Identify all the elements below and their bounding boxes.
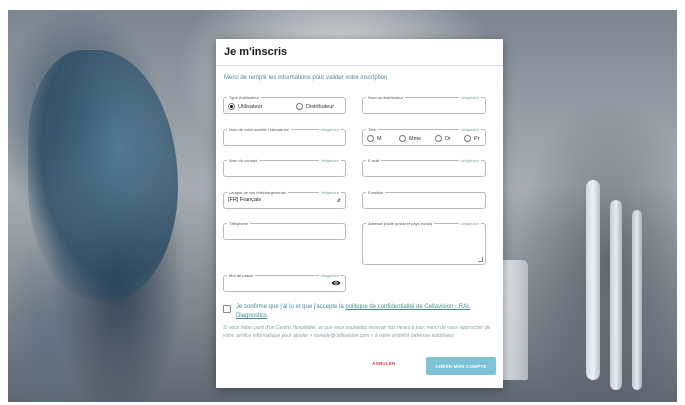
radio-title-mme[interactable]: Mme (399, 135, 421, 142)
radio-unchecked-icon (399, 135, 406, 142)
required-hint: obligatoire (458, 95, 481, 100)
required-hint: obligatoire (318, 190, 341, 195)
language-value: [FR] Français (228, 197, 262, 203)
radio-title-pr[interactable]: Pr (464, 135, 480, 142)
select-arrows-icon: ⇵ (336, 198, 341, 204)
radio-utilisateur-label: Utilisateur (238, 103, 263, 110)
address-label: Adresse (code postal et pays inclus) (366, 221, 435, 226)
language-label: Langue de vos téléchargements (227, 190, 288, 195)
address-textarea[interactable]: Adresse (code postal et pays inclus) obl… (362, 221, 486, 265)
consent-checkbox[interactable] (223, 305, 231, 313)
password-input[interactable]: Mot de passe obligatoire (223, 273, 346, 292)
background-tube (610, 200, 622, 390)
background-glove (28, 50, 178, 300)
resize-handle-icon[interactable] (478, 257, 483, 262)
password-label: Mot de passe (227, 273, 256, 278)
radio-distributeur-label: Distributeur (306, 103, 335, 110)
radio-title-m[interactable]: M (367, 135, 382, 142)
distributor-name-input[interactable]: Nom du distributeur obligatoire (362, 95, 486, 114)
distributor-name-label: Nom du distributeur (366, 95, 405, 100)
radio-title-pr-label: Pr (474, 135, 480, 142)
company-name-input[interactable]: Nom de votre société / laboratoire oblig… (223, 127, 346, 146)
background-tube (586, 180, 600, 380)
function-label: Fonction (366, 190, 386, 195)
function-input[interactable]: Fonction (362, 190, 486, 209)
email-input[interactable]: E-mail obligatoire (362, 158, 486, 177)
user-type-label: Type d'utilisateur (227, 95, 261, 100)
radio-title-dr[interactable]: Dr (435, 135, 451, 142)
user-type-group: Type d'utilisateur Utilisateur Distribut… (223, 95, 346, 114)
radio-unchecked-icon (435, 135, 442, 142)
eye-icon[interactable] (331, 279, 341, 287)
email-label: E-mail (366, 158, 382, 163)
radio-unchecked-icon (296, 103, 303, 110)
required-hint: obligatoire (458, 127, 481, 132)
required-hint: obligatoire (318, 158, 341, 163)
radio-checked-icon (228, 103, 235, 110)
radio-unchecked-icon (367, 135, 374, 142)
title-group: Titre obligatoire M Mme Dr Pr (362, 127, 486, 146)
radio-distributeur[interactable]: Distributeur (296, 103, 334, 110)
required-hint: obligatoire (458, 221, 481, 226)
divider (216, 65, 503, 66)
title-label: Titre (366, 127, 378, 132)
contact-name-label: Nom du contact (227, 158, 260, 163)
cancel-button[interactable]: ANNULER (372, 361, 395, 366)
radio-unchecked-icon (464, 135, 471, 142)
consent-text: Je confirme que j'ai lu et que j'accepte… (236, 303, 476, 321)
required-hint: obligatoire (318, 127, 341, 132)
signup-modal: Je m'inscris Merci de remplir les inform… (216, 39, 503, 388)
company-name-label: Nom de votre société / laboratoire (227, 127, 292, 132)
phone-label: Téléphone (227, 221, 250, 226)
required-hint: obligatoire (318, 273, 341, 278)
radio-title-mme-label: Mme (409, 135, 422, 142)
contact-name-input[interactable]: Nom du contact obligatoire (223, 158, 346, 177)
required-hint: obligatoire (458, 158, 481, 163)
hospital-note: Si vous faites parti d'un Centre Hospita… (223, 325, 491, 339)
create-account-button[interactable]: CRÉER MON COMPTE (426, 357, 496, 375)
language-select[interactable]: Langue de vos téléchargements obligatoir… (223, 190, 346, 209)
consent-label: Je confirme que j'ai lu et que j'accepte… (236, 304, 344, 310)
modal-title: Je m'inscris (224, 46, 288, 58)
phone-input[interactable]: Téléphone (223, 221, 346, 240)
modal-subtitle: Merci de remplir les informations pour v… (224, 75, 388, 81)
radio-utilisateur[interactable]: Utilisateur (228, 103, 262, 110)
background-tube (632, 210, 642, 390)
radio-title-dr-label: Dr (445, 135, 451, 142)
radio-title-m-label: M (377, 135, 382, 142)
